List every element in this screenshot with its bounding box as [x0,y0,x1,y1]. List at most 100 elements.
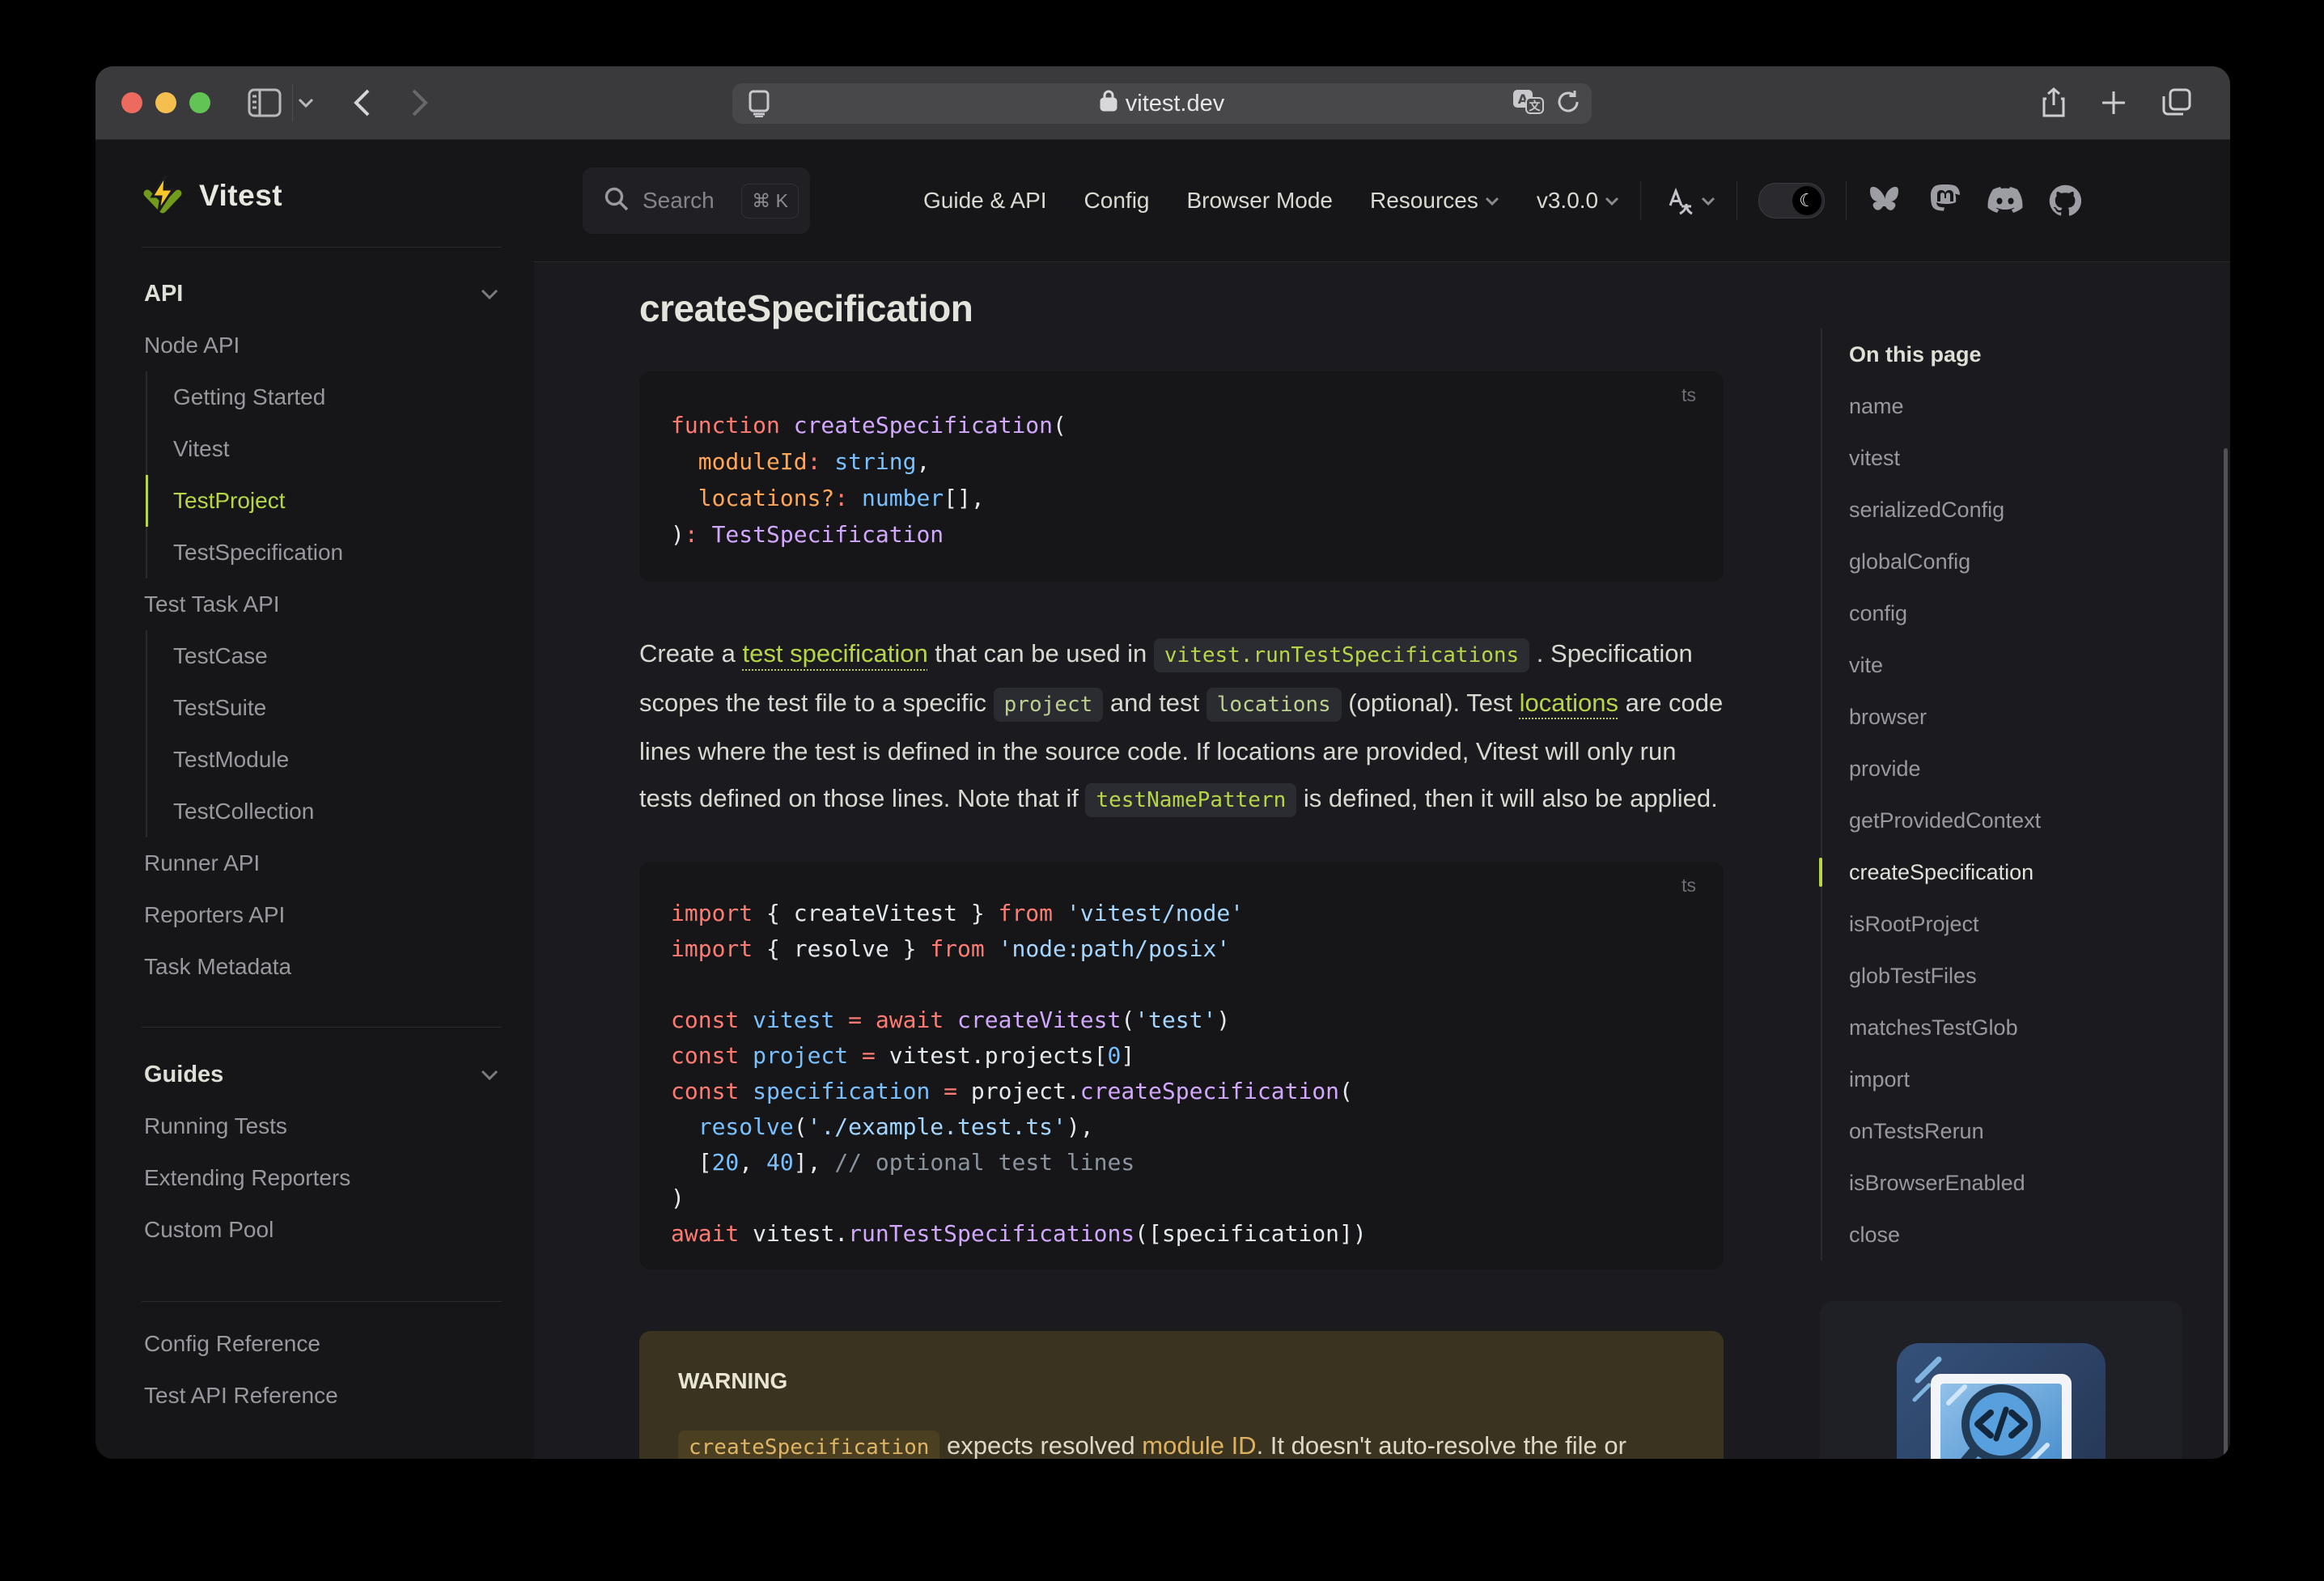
sidebar-item-vitest[interactable]: Vitest [146,423,534,475]
new-tab-icon[interactable] [2096,66,2131,139]
toc-item-config[interactable]: config [1849,587,2209,639]
on-this-page: On this page name vitest serializedConfig g… [1819,328,2209,1261]
sidebar-item-testcollection[interactable]: TestCollection [146,786,534,837]
sidebar-divider [142,1301,502,1302]
code-block-signature: ts function createSpecification( moduleI… [639,371,1724,582]
sidebar-toggle-icon[interactable] [246,66,283,139]
doc-link-test-specification[interactable]: test specification [743,639,928,668]
nav-link-label: v3.0.0 [1536,188,1599,213]
github-icon[interactable] [2047,183,2083,218]
sidebar-item-reporters-api[interactable]: Reporters API [95,889,534,941]
search-button[interactable]: Search ⌘ K [583,167,810,234]
nav-link-resources[interactable]: Resources [1370,188,1499,214]
mastodon-icon[interactable] [1927,183,1963,218]
sidebar-section-guides[interactable]: Guides [95,1049,534,1100]
close-window-button[interactable] [121,92,142,113]
sidebar-item-test-api-reference[interactable]: Test API Reference [95,1370,534,1422]
sponsor-card[interactable] [1820,1301,2182,1459]
code-lang-badge: ts [1682,384,1696,405]
doc-link-module-id[interactable]: module ID [1142,1431,1256,1459]
sidebar-item-running-tests[interactable]: Running Tests [95,1100,534,1152]
reload-icon[interactable] [1556,89,1580,119]
titlebar-divider [292,84,293,121]
theme-toggle[interactable]: ☾ [1758,183,1826,218]
url-text: vitest.dev [1125,90,1225,117]
forward-icon[interactable] [403,66,437,139]
sidebar-item-config-reference[interactable]: Config Reference [95,1318,534,1370]
translate-icon[interactable]: A 文 [1512,89,1545,119]
share-icon[interactable] [2036,66,2072,139]
toc-item-browser[interactable]: browser [1849,691,2209,743]
nav-link-browser-mode[interactable]: Browser Mode [1186,188,1333,214]
code-block-example: ts import { createVitest } from 'vitest/… [639,862,1724,1269]
nav-link-config[interactable]: Config [1084,188,1150,214]
intro-paragraph: Create a test specification that can be … [639,630,1730,824]
nav-link-label: Resources [1370,188,1478,213]
sidebar-item-custom-pool[interactable]: Custom Pool [95,1204,534,1256]
page-title: createSpecification [639,287,973,329]
toc-item-ontestsrerun[interactable]: onTestsRerun [1849,1105,2209,1157]
toc-item-close[interactable]: close [1849,1209,2209,1261]
zoom-window-button[interactable] [189,92,210,113]
sidebar-section-api[interactable]: API [95,268,534,320]
toc-item-globalconfig[interactable]: globalConfig [1849,536,2209,587]
sidebar-item-testmodule[interactable]: TestModule [146,734,534,786]
doc-link-locations[interactable]: locations [1520,689,1618,717]
toc-item-import[interactable]: import [1849,1053,2209,1105]
inline-code-link-testnamepattern[interactable]: testNamePattern [1085,782,1297,817]
sidebar-item-extending-reporters[interactable]: Extending Reporters [95,1152,534,1204]
toc-item-globtestfiles[interactable]: globTestFiles [1849,950,2209,1002]
language-menu[interactable] [1662,184,1715,217]
toc-item-createspecification[interactable]: createSpecification [1819,846,2209,898]
sidebar-item-runner-api[interactable]: Runner API [95,837,534,889]
back-icon[interactable] [345,66,379,139]
nav-link-v3-0-0[interactable]: v3.0.0 [1537,188,1619,214]
sidebar-item-task-metadata[interactable]: Task Metadata [95,941,534,993]
search-shortcut: ⌘ K [741,183,799,218]
toc-title: On this page [1849,341,1982,367]
nav-divider [1640,181,1642,220]
sidebar-item-test-task-api[interactable]: Test Task API [95,579,534,630]
toc-items: name vitest serializedConfig globalConfig co… [1819,380,2209,1261]
sidebar-item-testsuite[interactable]: TestSuite [146,682,534,734]
scrollbar[interactable] [2224,448,2228,1459]
inline-code-link-vitest-runtestspecifications[interactable]: vitest.runTestSpecifications [1153,638,1530,672]
sidebar-divider [142,247,502,248]
sidebar: Vitest API Node API Getting Started Vitest T… [95,140,534,1459]
address-bar[interactable]: vitest.dev A 文 [732,83,1592,124]
inline-code: createSpecification [678,1431,940,1459]
nav-link-guide-api[interactable]: Guide & API [923,188,1047,214]
sidebar-item-node-api[interactable]: Node API [95,320,534,371]
nav-link-label: Browser Mode [1186,188,1333,213]
sidebar-divider [142,1027,502,1028]
toc-item-provide[interactable]: provide [1849,743,2209,795]
toc-item-matchestestglob[interactable]: matchesTestGlob [1849,1002,2209,1053]
toc-item-serializedconfig[interactable]: serializedConfig [1849,484,2209,536]
sidebar-item-testproject[interactable]: TestProject [146,475,534,527]
sidebar-item-testcase[interactable]: TestCase [146,630,534,682]
warning-callout: WARNING createSpecification expects reso… [639,1331,1724,1459]
search-label: Search [642,188,715,213]
sidebar-nav: API Node API Getting Started Vitest TestProj… [95,268,534,1422]
warning-title: WARNING [678,1368,788,1393]
sidebar-item-testspecification[interactable]: TestSpecification [146,527,534,579]
toc-item-vite[interactable]: vite [1849,639,2209,691]
browser-titlebar: vitest.dev A 文 [95,66,2230,140]
main-content: createSpecification ts function createSp… [534,262,2230,1459]
minimize-window-button[interactable] [155,92,176,113]
toc-item-vitest[interactable]: vitest [1849,432,2209,484]
bluesky-icon[interactable] [1868,183,1903,218]
navbar: Search ⌘ K Guide & API Config Browser Mode… [534,140,2230,262]
discord-icon[interactable] [1987,183,2023,218]
vitest-logo[interactable]: Vitest [141,174,282,218]
translate-icon [1669,187,1693,215]
toc-item-isbrowserenabled[interactable]: isBrowserEnabled [1849,1157,2209,1209]
toc-item-name[interactable]: name [1849,380,2209,432]
toc-item-isrootproject[interactable]: isRootProject [1849,898,2209,950]
chevron-down-icon[interactable] [295,66,317,139]
tabs-icon[interactable] [2157,66,2196,139]
toc-item-getprovidedcontext[interactable]: getProvidedContext [1849,795,2209,846]
sidebar-item-getting-started[interactable]: Getting Started [146,371,534,423]
nav-link-label: Guide & API [923,188,1047,213]
moon-icon: ☾ [1792,186,1822,215]
